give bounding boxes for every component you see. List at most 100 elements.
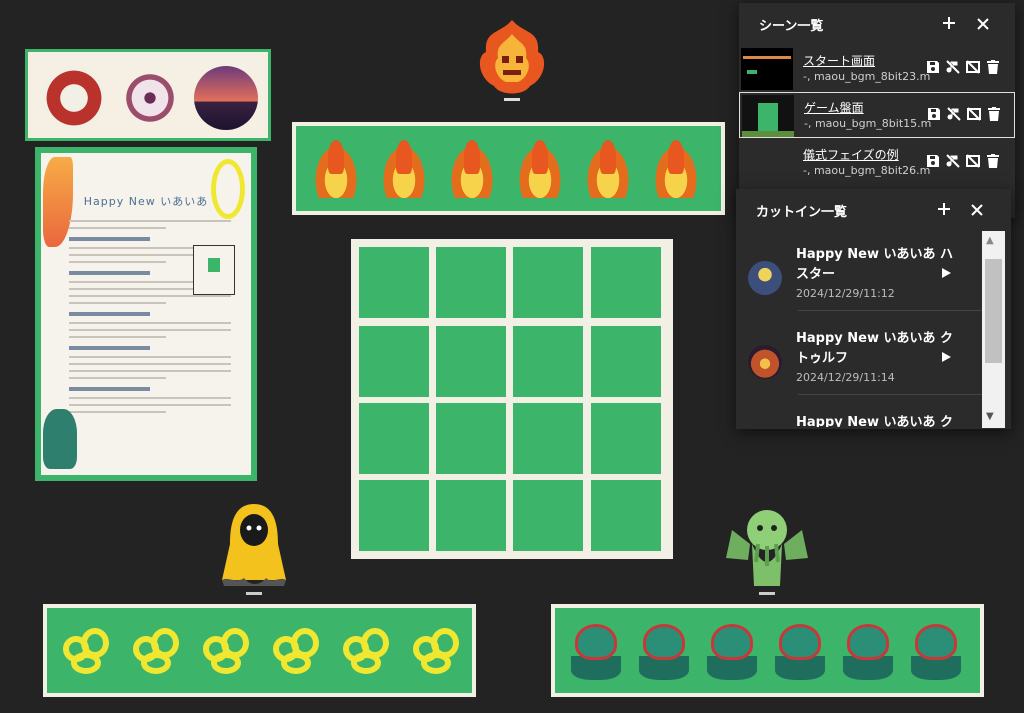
cthulhu-figure[interactable] xyxy=(722,500,812,600)
board-cell[interactable] xyxy=(359,247,429,318)
yellow-swirl-icon xyxy=(409,622,465,678)
cutin-avatar xyxy=(748,261,782,295)
close-icon xyxy=(977,18,989,30)
cutin-name: Happy New いあいあ クトゥルフ xyxy=(796,331,954,366)
cutin-item[interactable]: Happy New いあいあ ハスター 2024/12/29/11:12 xyxy=(736,231,982,311)
image-off-icon[interactable] xyxy=(965,154,981,170)
scene-row[interactable]: 儀式フェイズの例 -, maou_bgm_8bit26.m... xyxy=(739,140,1015,186)
play-icon[interactable] xyxy=(940,267,954,281)
scene-row[interactable]: スタート画面 -, maou_bgm_8bit23.m... xyxy=(739,46,1015,92)
scene-row-selected[interactable]: ゲーム盤面 -, maou_bgm_8bit15.m... xyxy=(739,92,1015,138)
scene-meta: -, maou_bgm_8bit23.m... xyxy=(803,70,931,83)
plus-icon xyxy=(943,17,955,29)
cutin-name: Happy New いあいあ クト xyxy=(796,415,954,427)
add-cutin-button[interactable] xyxy=(932,198,956,222)
flame-token-icon xyxy=(446,138,498,198)
image-off-icon[interactable] xyxy=(966,107,982,123)
cutin-list-panel: カットイン一覧 Happy New いあいあ ハスター 2024/12/29/1… xyxy=(736,189,1011,429)
board-cell[interactable] xyxy=(513,326,583,397)
board-cell[interactable] xyxy=(513,403,583,474)
yellow-swirl-icon xyxy=(269,622,325,678)
flame-token-icon xyxy=(378,138,430,198)
yellow-swirl-icon xyxy=(199,622,255,678)
board-cell[interactable] xyxy=(436,480,506,551)
board-cell[interactable] xyxy=(436,326,506,397)
yellow-swirl-icon xyxy=(129,622,185,678)
save-icon[interactable] xyxy=(925,60,941,76)
yellow-swirl-icon xyxy=(59,622,115,678)
board-cell[interactable] xyxy=(513,247,583,318)
scene-panel-title: シーン一覧 xyxy=(759,19,824,34)
board-cell[interactable] xyxy=(513,480,583,551)
save-icon[interactable] xyxy=(925,154,941,170)
cthulhu-token-row-card[interactable] xyxy=(551,604,984,697)
delete-icon[interactable] xyxy=(985,60,1001,76)
close-cutin-panel-button[interactable] xyxy=(965,198,989,222)
music-off-icon[interactable] xyxy=(946,107,962,123)
sword-emblem-image xyxy=(42,66,106,130)
board-cell[interactable] xyxy=(359,403,429,474)
scroll-up-icon[interactable]: ▲ xyxy=(986,235,994,246)
title-card[interactable] xyxy=(25,49,271,141)
scene-panel-header: シーン一覧 xyxy=(739,3,1015,45)
board-cell[interactable] xyxy=(359,480,429,551)
board-cell[interactable] xyxy=(359,326,429,397)
scene-name-link[interactable]: スタート画面 xyxy=(803,52,875,69)
scene-thumbnail xyxy=(742,95,794,137)
delete-icon[interactable] xyxy=(985,154,1001,170)
music-off-icon[interactable] xyxy=(945,154,961,170)
hastur-figure[interactable] xyxy=(214,500,294,600)
cutin-item[interactable]: Happy New いあいあ クトゥルフ 2024/12/29/11:14 xyxy=(736,315,982,395)
cutin-panel-header: カットイン一覧 xyxy=(736,189,1011,231)
scene-name-link[interactable]: 儀式フェイズの例 xyxy=(803,146,899,163)
board-cell[interactable] xyxy=(591,247,661,318)
image-off-icon[interactable] xyxy=(965,60,981,76)
close-scene-panel-button[interactable] xyxy=(971,12,995,36)
save-icon[interactable] xyxy=(926,107,942,123)
cutin-list-scrollbar[interactable]: ▲ ▼ xyxy=(982,231,1005,428)
scene-name-link[interactable]: ゲーム盤面 xyxy=(804,99,864,116)
cutin-date: 2024/12/29/11:12 xyxy=(796,287,895,300)
board-cell[interactable] xyxy=(436,247,506,318)
board-cell[interactable] xyxy=(591,326,661,397)
close-icon xyxy=(971,204,983,216)
board-cell[interactable] xyxy=(436,403,506,474)
cthulhu-token-icon xyxy=(701,618,763,684)
play-icon[interactable] xyxy=(940,351,954,365)
board-cell[interactable] xyxy=(591,403,661,474)
board-cell[interactable] xyxy=(591,480,661,551)
fire-token-row-card[interactable] xyxy=(292,122,725,215)
cthulhu-token-icon xyxy=(905,618,967,684)
swirl-decoration xyxy=(211,159,245,219)
delete-icon[interactable] xyxy=(986,107,1002,123)
music-off-icon[interactable] xyxy=(945,60,961,76)
flame-token-icon xyxy=(310,138,362,198)
swirl-token-row-card[interactable] xyxy=(43,604,476,697)
cthulhu-token-icon xyxy=(769,618,831,684)
flame-token-icon xyxy=(514,138,566,198)
scene-list-panel: シーン一覧 スタート画面 -, maou_bgm_8bit23.m... ゲーム… xyxy=(739,3,1015,218)
cthulhu-token-icon xyxy=(565,618,627,684)
cutin-avatar xyxy=(748,345,782,379)
cthulhu-token-icon xyxy=(633,618,695,684)
game-board[interactable] xyxy=(351,239,673,559)
document-title: Happy New いあいあ xyxy=(83,195,209,208)
scrollbar-thumb[interactable] xyxy=(985,259,1002,363)
plus-icon xyxy=(938,203,950,215)
cthulhu-token-icon xyxy=(837,618,899,684)
cutin-item[interactable]: Happy New いあいあ クト xyxy=(736,399,982,427)
cutin-list[interactable]: Happy New いあいあ ハスター 2024/12/29/11:12 Hap… xyxy=(736,231,982,427)
compass-emblem-image xyxy=(118,66,182,130)
flame-token-icon xyxy=(650,138,702,198)
scene-thumbnail xyxy=(741,48,793,90)
cutin-date: 2024/12/29/11:14 xyxy=(796,371,895,384)
scroll-down-icon[interactable]: ▼ xyxy=(986,411,994,422)
rules-document-card[interactable]: Happy New いあいあ xyxy=(35,147,257,481)
add-scene-button[interactable] xyxy=(937,12,961,36)
yellow-swirl-icon xyxy=(339,622,395,678)
scene-meta: -, maou_bgm_8bit26.m... xyxy=(803,164,931,177)
cutin-panel-title: カットイン一覧 xyxy=(756,205,848,220)
fire-monster-figure[interactable] xyxy=(470,16,554,104)
octopus-decoration xyxy=(43,409,77,469)
scene-thumbnail xyxy=(741,142,793,184)
